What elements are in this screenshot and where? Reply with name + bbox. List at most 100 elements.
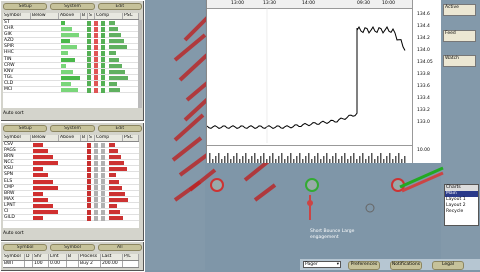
bottom-table-header: Symbol Below Above B S Comp PSC <box>3 135 139 142</box>
volume-bar <box>302 159 304 163</box>
active-button[interactable]: Active <box>443 4 476 16</box>
symbol-button-2[interactable]: Symbol <box>50 244 95 251</box>
edit-button[interactable]: Edit <box>97 3 142 10</box>
signal-cell <box>94 179 98 185</box>
order-limit[interactable]: 0.00 <box>49 261 67 267</box>
pager-select[interactable]: Pager ▾ <box>303 261 341 268</box>
price-label: 133.0 <box>417 120 430 125</box>
comp-bar <box>109 21 115 25</box>
preferences-button[interactable]: Preferences <box>348 261 380 270</box>
price-line <box>207 8 406 143</box>
strength-bar <box>61 88 78 93</box>
strength-bar <box>61 51 68 56</box>
volume-bar <box>269 156 271 163</box>
volume-bar <box>383 159 385 163</box>
signal-cell <box>101 142 105 148</box>
volume-bar <box>341 156 343 163</box>
signal-cell <box>101 148 105 154</box>
volume-bar <box>260 156 262 163</box>
system-button[interactable]: System <box>50 3 95 10</box>
col-comp[interactable]: Comp <box>95 135 123 141</box>
volume-bar <box>224 156 226 163</box>
signal-cell <box>87 166 91 172</box>
symbol-button[interactable]: Symbol <box>3 244 48 251</box>
col-s[interactable]: S <box>88 13 95 19</box>
order-row[interactable]: BWT 100 0.00 Buy 2 200.00 <box>3 261 139 268</box>
signal-cell <box>101 69 105 75</box>
comp-bar <box>109 216 123 221</box>
scrollbar[interactable] <box>138 20 142 108</box>
table-row[interactable]: MCI <box>3 87 139 94</box>
edit-button[interactable]: Edit <box>97 125 142 132</box>
signal-cell <box>101 185 105 191</box>
signal-cell <box>101 32 105 38</box>
all-button[interactable]: All <box>97 244 142 251</box>
legal-button[interactable]: Legal <box>432 261 464 270</box>
price-label: 134.4 <box>417 24 430 29</box>
comp-bar <box>109 27 118 32</box>
system-button[interactable]: System <box>50 125 95 132</box>
col-psc[interactable]: PSC <box>123 13 139 19</box>
strength-bar <box>61 57 75 62</box>
signal-cell <box>94 148 98 154</box>
comp-bar <box>109 179 119 184</box>
table-row[interactable]: GILD <box>3 215 139 222</box>
volume-bar <box>209 153 211 163</box>
notifications-button[interactable]: Notifications <box>390 261 422 270</box>
auto-sort-label[interactable]: Auto sort <box>3 111 24 117</box>
strength-bar <box>61 81 71 86</box>
strength-bar <box>61 39 70 44</box>
watch-button[interactable]: Watch <box>443 55 476 67</box>
volume-bar <box>242 156 244 163</box>
col-below[interactable]: Below <box>31 13 59 19</box>
strength-bar <box>33 185 58 190</box>
col-comp[interactable]: Comp <box>95 13 123 19</box>
list-item[interactable]: Recycle <box>445 209 478 215</box>
volume-bar <box>395 156 397 163</box>
ring-icons <box>210 166 444 220</box>
signal-cell <box>101 191 105 197</box>
bottom-watchlist-panel: Setup System Edit Symbol Below Above B S… <box>0 122 145 242</box>
signal-cell <box>94 57 98 63</box>
volume-bar <box>398 153 400 163</box>
volume-bar <box>374 159 376 163</box>
order-col-pl: P/L <box>123 254 139 260</box>
volume-bar <box>293 159 295 163</box>
auto-sort-label[interactable]: Auto sort <box>3 231 24 237</box>
setup-button[interactable]: Setup <box>3 125 48 132</box>
price-label: 134.6 <box>417 12 430 17</box>
volume-bar <box>389 153 391 163</box>
strength-bar <box>61 75 80 80</box>
signal-cell <box>101 44 105 50</box>
order-shares[interactable]: 100 <box>33 261 49 267</box>
volume-bar <box>251 156 253 163</box>
signal-cell <box>87 215 91 221</box>
ring-icon <box>305 178 319 192</box>
feed-button[interactable]: Feed <box>443 30 476 42</box>
col-psc[interactable]: PSC <box>123 135 139 141</box>
price-chart[interactable]: 13:00 13:30 14:00 09:30 10:00 <box>206 0 412 163</box>
col-above[interactable]: Above <box>59 13 81 19</box>
col-symbol[interactable]: Symbol <box>3 135 31 141</box>
order-panel: Symbol Symbol All Symbol D Shr Lmt B Pro… <box>0 241 145 272</box>
signal-cell <box>101 81 105 87</box>
order-last: 200.00 <box>101 261 123 267</box>
volume-bar <box>392 159 394 163</box>
col-above[interactable]: Above <box>59 135 81 141</box>
col-symbol[interactable]: Symbol <box>3 13 31 19</box>
signal-cell <box>87 148 91 154</box>
signal-cell <box>101 209 105 215</box>
charts-listbox[interactable]: Charts Main Layout 1 Layout 2 Recycle <box>444 184 479 226</box>
strength-bar <box>33 197 48 202</box>
order-header: Symbol D Shr Lmt B Process Last P/L <box>3 254 139 261</box>
setup-button[interactable]: Setup <box>3 3 48 10</box>
col-b[interactable]: B <box>81 13 88 19</box>
order-col-d: D <box>25 254 33 260</box>
col-s[interactable]: S <box>88 135 95 141</box>
col-b[interactable]: B <box>81 135 88 141</box>
col-below[interactable]: Below <box>31 135 59 141</box>
order-pl <box>123 261 139 267</box>
row-symbol: MCI <box>4 87 13 93</box>
volume-bar <box>290 153 292 163</box>
ring-icon <box>365 203 375 213</box>
